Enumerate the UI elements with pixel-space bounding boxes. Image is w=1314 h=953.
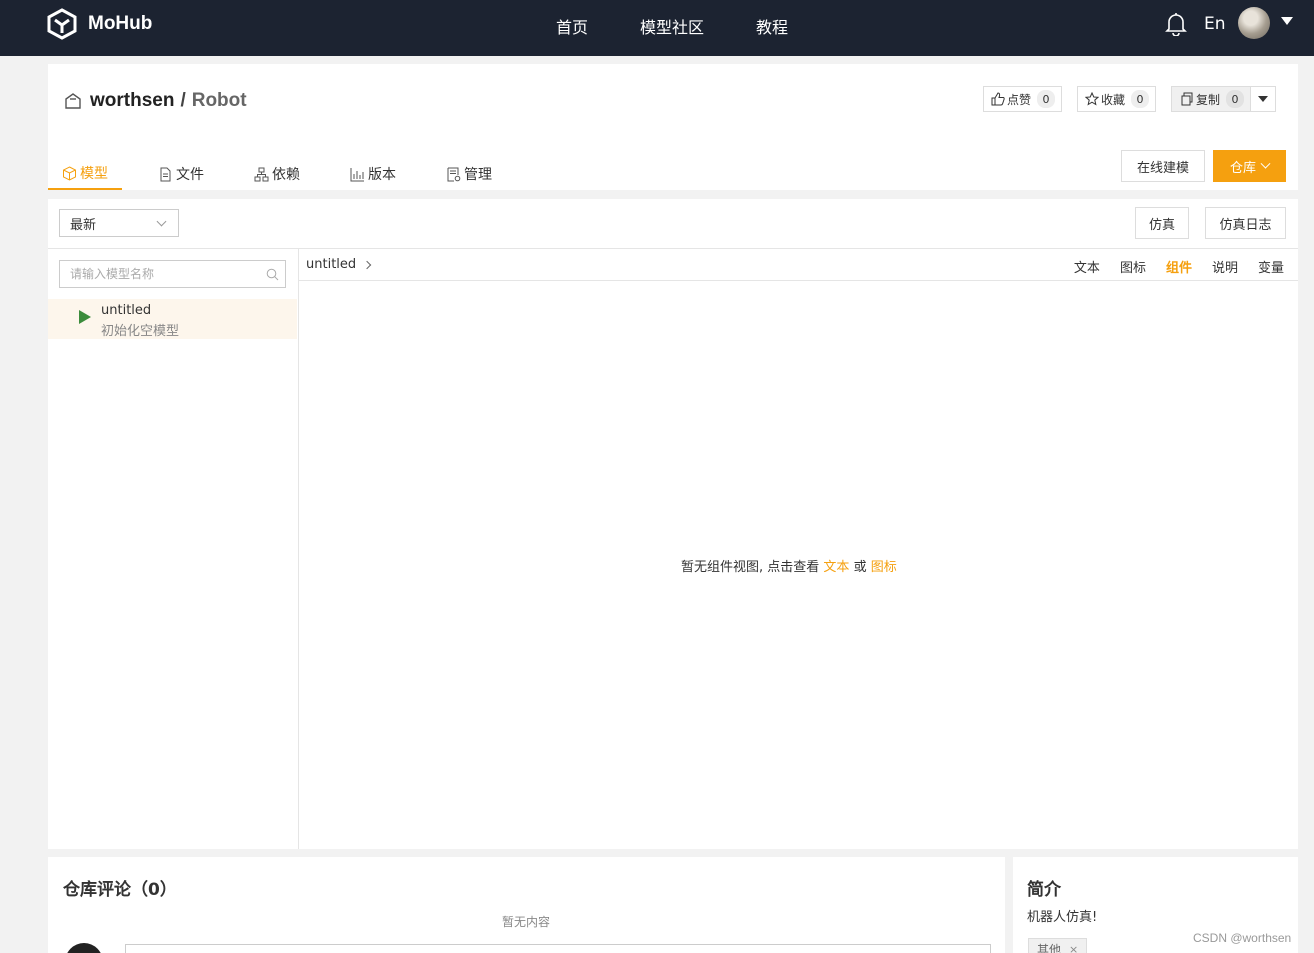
model-name: untitled bbox=[101, 303, 152, 318]
repo-owner-link[interactable]: worthsen bbox=[90, 90, 174, 112]
star-button[interactable]: 收藏 0 bbox=[1077, 86, 1157, 112]
thumbs-up-icon bbox=[991, 92, 1005, 106]
mohub-logo-icon bbox=[47, 8, 77, 40]
chevron-down-icon bbox=[1260, 158, 1271, 169]
nav-model-community[interactable]: 模型社区 bbox=[640, 14, 704, 38]
chevron-right-icon bbox=[362, 260, 372, 269]
repo-button-label: 仓库 bbox=[1229, 160, 1256, 176]
avatar bbox=[65, 943, 103, 953]
hierarchy-icon bbox=[254, 167, 269, 181]
fork-label: 复制 bbox=[1196, 92, 1221, 107]
fork-dropdown-button[interactable] bbox=[1251, 87, 1276, 111]
text-view-link[interactable]: 文本 bbox=[823, 560, 849, 575]
top-navbar: MoHub 首页 模型社区 教程 En bbox=[0, 0, 1314, 56]
logo[interactable]: MoHub bbox=[46, 8, 152, 40]
sort-select[interactable]: 最新 bbox=[59, 209, 179, 237]
intro-text: 机器人仿真! bbox=[1027, 910, 1098, 925]
model-description: 初始化空模型 bbox=[101, 324, 180, 339]
view-tab-component[interactable]: 组件 bbox=[1166, 257, 1192, 276]
divider bbox=[298, 248, 299, 849]
watermark: CSDN @worthsen bbox=[1193, 931, 1292, 945]
repo-house-icon bbox=[65, 93, 81, 109]
fork-button[interactable]: 复制 0 bbox=[1172, 87, 1252, 111]
comments-section: 仓库评论（0） 暂无内容 bbox=[48, 857, 1005, 953]
view-tab-doc[interactable]: 说明 bbox=[1212, 257, 1238, 276]
repo-header: worthsen / Robot 点赞 0 收藏 0 复制 0 模型 文件 依赖 bbox=[48, 64, 1298, 190]
view-tab-text[interactable]: 文本 bbox=[1074, 257, 1100, 276]
breadcrumb: untitled bbox=[306, 257, 372, 272]
logo-text: MoHub bbox=[88, 13, 153, 34]
tab-dependencies[interactable]: 依赖 bbox=[240, 158, 314, 190]
tab-files-label: 文件 bbox=[176, 167, 204, 183]
tab-manage[interactable]: 管理 bbox=[432, 158, 506, 190]
search-icon[interactable] bbox=[266, 268, 279, 281]
model-workspace: 最新 仿真 仿真日志 untitled 初始化空模型 untitled 文本 图… bbox=[48, 199, 1298, 849]
model-list-item[interactable]: untitled 初始化空模型 bbox=[48, 299, 297, 339]
repo-tabs: 模型 文件 依赖 版本 管理 bbox=[48, 158, 528, 190]
tab-files[interactable]: 文件 bbox=[144, 158, 218, 190]
comments-title: 仓库评论（0） bbox=[63, 880, 177, 900]
nav-tutorial[interactable]: 教程 bbox=[756, 14, 788, 38]
star-count: 0 bbox=[1131, 90, 1150, 108]
star-label: 收藏 bbox=[1101, 92, 1126, 107]
play-icon[interactable] bbox=[79, 310, 91, 324]
simulation-log-button[interactable]: 仿真日志 bbox=[1205, 207, 1286, 239]
main-nav: 首页 模型社区 教程 bbox=[556, 14, 840, 38]
user-menu-caret-icon[interactable] bbox=[1281, 17, 1293, 25]
like-button[interactable]: 点赞 0 bbox=[983, 86, 1063, 112]
cube-icon bbox=[63, 165, 76, 181]
like-count: 0 bbox=[1037, 90, 1056, 108]
repo-separator: / bbox=[180, 90, 186, 111]
breadcrumb-item[interactable]: untitled bbox=[306, 257, 356, 272]
bar-chart-icon bbox=[350, 167, 364, 181]
tag-label: 其他 bbox=[1037, 942, 1062, 953]
tag: 其他 × bbox=[1028, 938, 1088, 953]
view-tab-icon[interactable]: 图标 bbox=[1120, 257, 1146, 276]
caret-down-icon bbox=[1258, 96, 1269, 102]
like-label: 点赞 bbox=[1007, 92, 1032, 107]
comment-input[interactable] bbox=[125, 944, 991, 953]
repo-name: Robot bbox=[191, 90, 247, 111]
file-icon bbox=[160, 167, 171, 181]
chevron-down-icon bbox=[156, 216, 167, 227]
empty-message-text: 暂无组件视图, 点击查看 bbox=[681, 560, 820, 575]
empty-component-message: 暂无组件视图, 点击查看 文本 或 图标 bbox=[681, 556, 897, 575]
intro-title: 简介 bbox=[1027, 880, 1061, 900]
fork-count: 0 bbox=[1226, 90, 1245, 108]
fork-button-group: 复制 0 bbox=[1171, 86, 1277, 112]
comments-empty: 暂无内容 bbox=[502, 915, 551, 929]
simulate-button[interactable]: 仿真 bbox=[1135, 207, 1189, 239]
language-switch[interactable]: En bbox=[1204, 14, 1226, 34]
user-avatar[interactable] bbox=[1238, 7, 1270, 39]
close-icon[interactable]: × bbox=[1069, 943, 1078, 953]
settings-doc-icon bbox=[447, 167, 461, 181]
divider bbox=[48, 248, 1298, 249]
tab-manage-label: 管理 bbox=[464, 167, 492, 183]
divider bbox=[299, 280, 1298, 281]
sort-select-value: 最新 bbox=[70, 217, 97, 233]
tab-versions-label: 版本 bbox=[368, 167, 396, 183]
copy-icon bbox=[1181, 92, 1193, 106]
tab-model[interactable]: 模型 bbox=[48, 158, 122, 190]
repo-title: worthsen / Robot bbox=[64, 90, 247, 112]
online-modeling-button[interactable]: 在线建模 bbox=[1121, 150, 1205, 182]
tab-dependencies-label: 依赖 bbox=[272, 167, 300, 183]
model-search bbox=[59, 260, 286, 288]
tab-model-label: 模型 bbox=[80, 166, 108, 182]
tab-versions[interactable]: 版本 bbox=[336, 158, 410, 190]
star-icon bbox=[1085, 92, 1099, 106]
icon-view-link[interactable]: 图标 bbox=[871, 560, 897, 575]
view-tabs: 文本 图标 组件 说明 变量 bbox=[1054, 257, 1284, 276]
view-tab-variables[interactable]: 变量 bbox=[1258, 257, 1284, 276]
repo-dropdown-button[interactable]: 仓库 bbox=[1213, 150, 1286, 182]
nav-home[interactable]: 首页 bbox=[556, 14, 588, 38]
model-search-input[interactable] bbox=[70, 267, 260, 281]
or-text: 或 bbox=[853, 560, 867, 575]
bell-icon[interactable] bbox=[1165, 12, 1187, 36]
